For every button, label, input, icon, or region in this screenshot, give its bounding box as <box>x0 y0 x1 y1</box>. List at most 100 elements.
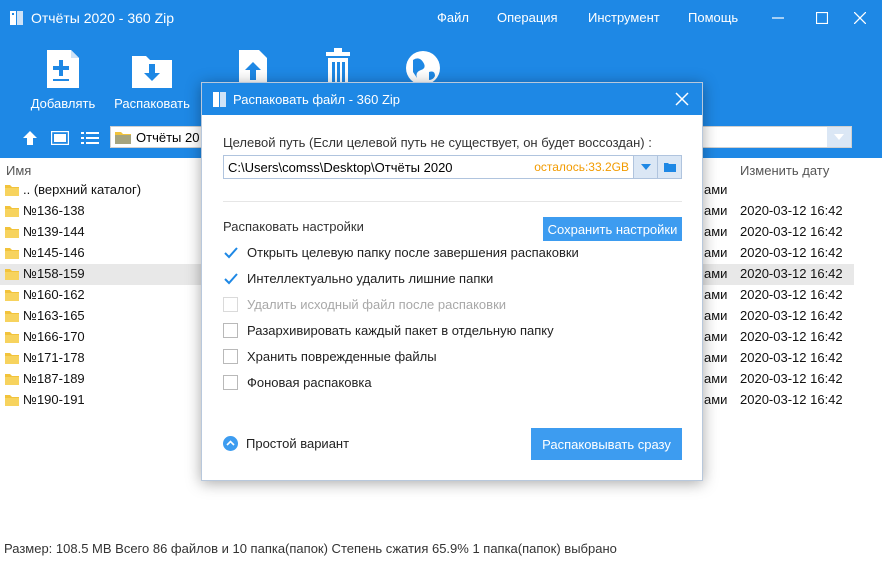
file-type: ами <box>704 329 728 344</box>
destination-label: Целевой путь (Если целевой путь не сущес… <box>223 135 652 150</box>
menu-file[interactable]: Файл <box>437 10 469 25</box>
checkbox-empty <box>223 323 238 338</box>
checkbox-empty <box>223 375 238 390</box>
status-bar: Размер: 108.5 MB Всего 86 файлов и 10 па… <box>4 541 617 556</box>
extract-label: Распаковать <box>114 96 190 111</box>
path-dropdown[interactable] <box>827 127 851 147</box>
folder-icon <box>663 163 676 172</box>
file-type: ами <box>704 350 728 365</box>
simple-mode-label: Простой вариант <box>246 436 350 451</box>
option-checkbox[interactable]: Фоновая распаковка <box>223 374 673 392</box>
file-date: 2020-03-12 16:42 <box>740 350 843 365</box>
file-date: 2020-03-12 16:42 <box>740 392 843 407</box>
file-type: ами <box>704 287 728 302</box>
destination-value: C:\Users\comss\Desktop\Отчёты 2020 <box>228 160 453 175</box>
check-icon <box>223 271 238 286</box>
checkbox-empty <box>223 349 238 364</box>
file-date: 2020-03-12 16:42 <box>740 371 843 386</box>
chevron-up-icon <box>223 436 238 451</box>
free-space: осталось:33.2GB <box>534 160 629 174</box>
folder-icon <box>5 227 19 238</box>
folder-icon <box>115 132 131 144</box>
folder-icon <box>5 290 19 301</box>
file-name: .. (верхний каталог) <box>23 182 142 197</box>
list-view-button[interactable] <box>80 128 100 148</box>
file-type: ами <box>704 371 728 386</box>
maximize-icon <box>816 12 828 24</box>
dialog-title: Распаковать файл - 360 Zip <box>233 92 401 107</box>
menu-operation[interactable]: Операция <box>497 10 558 25</box>
check-icon <box>223 245 238 260</box>
folder-icon <box>5 269 19 280</box>
file-name: №139-144 <box>23 224 85 239</box>
file-name: №166-170 <box>23 329 85 344</box>
close-icon[interactable] <box>674 91 690 107</box>
option-label: Разархивировать каждый пакет в отдельную… <box>247 323 554 338</box>
title-bar: Отчёты 2020 - 360 Zip Файл Операция Инст… <box>0 0 882 36</box>
file-name: №171-178 <box>23 350 85 365</box>
close-icon <box>854 12 866 24</box>
extract-icon <box>132 56 172 88</box>
folder-icon <box>5 395 19 406</box>
file-name: №187-189 <box>23 371 85 386</box>
window-title: Отчёты 2020 - 360 Zip <box>31 10 175 26</box>
option-label: Хранить поврежденные файлы <box>247 349 437 364</box>
option-label: Интеллектуально удалить лишние папки <box>247 271 494 286</box>
view-icon <box>51 131 69 145</box>
menu-help[interactable]: Помощь <box>688 10 738 25</box>
chevron-down-icon <box>640 164 651 170</box>
app-icon <box>213 92 226 107</box>
folder-icon <box>5 332 19 343</box>
file-name: №145-146 <box>23 245 85 260</box>
destination-dropdown[interactable] <box>633 156 657 178</box>
file-type: ами <box>704 203 728 218</box>
file-date: 2020-03-12 16:42 <box>740 329 843 344</box>
dialog-title-bar: Распаковать файл - 360 Zip <box>202 83 702 115</box>
view-button[interactable] <box>50 128 70 148</box>
add-button[interactable]: Добавлять <box>22 48 104 116</box>
file-name: №190-191 <box>23 392 85 407</box>
checkbox-empty <box>223 297 238 312</box>
file-date: 2020-03-12 16:42 <box>740 203 843 218</box>
destination-input[interactable]: C:\Users\comss\Desktop\Отчёты 2020 остал… <box>223 155 682 179</box>
option-label: Фоновая распаковка <box>247 375 372 390</box>
option-checkbox[interactable]: Разархивировать каждый пакет в отдельную… <box>223 322 673 340</box>
up-button[interactable] <box>20 128 40 148</box>
save-settings-button[interactable]: Сохранить настройки <box>543 217 682 241</box>
file-date: 2020-03-12 16:42 <box>740 308 843 323</box>
options-label: Распаковать настройки <box>223 219 364 234</box>
add-icon <box>47 50 79 88</box>
extract-button[interactable]: Распаковать <box>111 48 193 116</box>
file-name: №160-162 <box>23 287 85 302</box>
maximize-button[interactable] <box>808 8 836 28</box>
option-checkbox[interactable]: Хранить поврежденные файлы <box>223 348 673 366</box>
file-date: 2020-03-12 16:42 <box>740 287 843 302</box>
file-type: ами <box>704 224 728 239</box>
chevron-down-icon <box>834 134 844 140</box>
minimize-icon <box>772 17 784 19</box>
file-date: 2020-03-12 16:42 <box>740 266 843 281</box>
folder-icon <box>5 248 19 259</box>
option-checkbox[interactable]: Интеллектуально удалить лишние папки <box>223 270 673 288</box>
file-type: ами <box>704 266 728 281</box>
file-name: №163-165 <box>23 308 85 323</box>
menu-tools[interactable]: Инструмент <box>588 10 660 25</box>
folder-icon <box>5 185 19 196</box>
close-window-button[interactable] <box>846 8 874 28</box>
path-text: Отчёты 20 <box>136 130 200 145</box>
folder-icon <box>5 353 19 364</box>
option-label: Открыть целевую папку после завершения р… <box>247 245 579 260</box>
file-type: ами <box>704 392 728 407</box>
file-date: 2020-03-12 16:42 <box>740 245 843 260</box>
extract-now-button[interactable]: Распаковывать сразу <box>531 428 682 460</box>
option-label: Удалить исходный файл после распаковки <box>247 297 507 312</box>
file-type: ами <box>704 182 728 197</box>
extract-dialog: Распаковать файл - 360 Zip Целевой путь … <box>201 82 703 481</box>
option-checkbox[interactable]: Открыть целевую папку после завершения р… <box>223 244 673 262</box>
browse-button[interactable] <box>657 156 681 178</box>
folder-icon <box>5 206 19 217</box>
divider <box>223 201 682 202</box>
file-type: ами <box>704 308 728 323</box>
minimize-button[interactable] <box>764 8 792 28</box>
folder-icon <box>5 374 19 385</box>
